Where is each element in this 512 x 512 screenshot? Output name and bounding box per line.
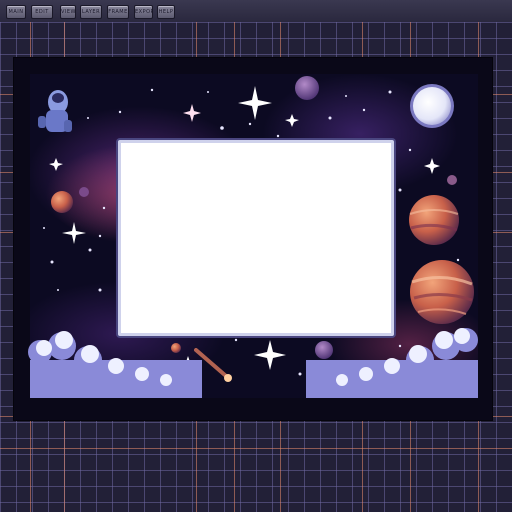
sparkle-star-icon — [62, 222, 86, 244]
planet-icon — [79, 187, 89, 197]
planet-icon — [315, 341, 333, 359]
cloud-icon — [306, 328, 478, 398]
moon-icon — [410, 84, 454, 128]
sparkle-star-icon — [424, 158, 440, 174]
planet-icon — [447, 175, 457, 185]
planet-icon — [409, 195, 459, 245]
sparkle-star-icon — [254, 340, 286, 370]
sparkle-star-icon — [285, 114, 299, 127]
sparkle-star-icon — [183, 104, 201, 122]
planet-icon — [410, 260, 474, 324]
sparkle-star-icon — [238, 86, 272, 120]
astronaut-icon — [38, 90, 72, 132]
cloud-icon — [28, 331, 202, 398]
photo-frame-placeholder[interactable] — [118, 140, 394, 336]
sparkle-star-icon — [49, 158, 63, 171]
planet-icon — [295, 76, 319, 100]
planet-icon — [171, 343, 181, 353]
planet-icon — [51, 191, 73, 213]
